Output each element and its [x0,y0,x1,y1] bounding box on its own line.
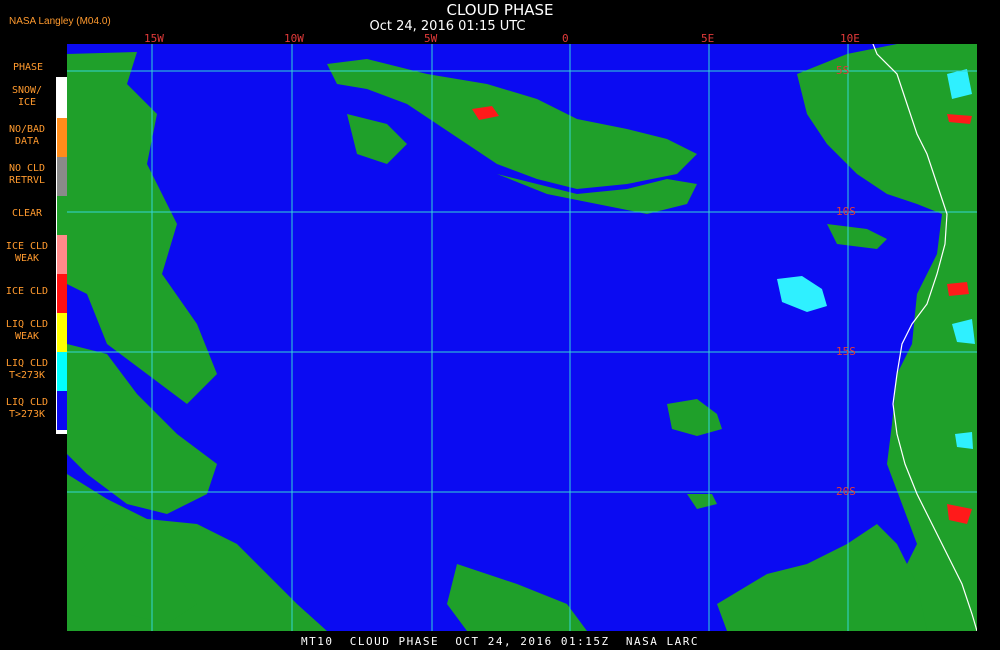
satellite-map [67,44,977,631]
latitude-label: 10S [836,205,856,218]
longitude-label: 10W [284,32,304,45]
clear-region-small-1 [827,224,887,249]
legend-label: CLEAR [11,207,43,219]
latitude-label: 20S [836,485,856,498]
clear-region-south-coast [447,564,587,631]
legend-label: NO/BAD DATA [8,123,46,147]
cloud-phase-image: NASA Langley (M04.0) CLOUD PHASE Oct 24,… [0,0,1000,650]
longitude-label: 10E [840,32,860,45]
latitude-label: 15S [836,345,856,358]
cold-liquid-patch-main [777,276,827,312]
legend-label: ICE CLD WEAK [5,240,49,264]
legend-heading: PHASE [12,62,44,73]
image-title: CLOUD PHASE [446,1,554,19]
legend-label: LIQ CLD T<273K [5,357,49,381]
clear-region-southeast-plume [717,524,927,631]
legend-label: LIQ CLD T>273K [5,396,49,420]
image-datetime: Oct 24, 2016 01:15 UTC [369,19,526,34]
clear-region-island [667,399,722,436]
longitude-label: 0 [562,32,569,45]
longitude-label: 5W [424,32,438,45]
cold-liquid-patch-se [955,432,973,449]
longitude-label: 5E [701,32,715,45]
latitude-label: 5S [836,64,850,77]
clear-sky-regions [67,44,977,631]
legend-label: ICE CLD [5,285,49,297]
clear-region-small-2 [687,494,717,509]
clear-region-north-patch [347,114,407,164]
map-canvas [67,44,977,631]
footer-caption: MT10 CLOUD PHASE OCT 24, 2016 01:15Z NAS… [300,635,699,648]
longitude-label: 15W [144,32,164,45]
legend-label: LIQ CLD WEAK [5,318,49,342]
legend-label: SNOW/ ICE [11,84,43,108]
ice-patch-e [947,282,969,296]
legend-label: NO CLD RETRVL [8,162,46,186]
